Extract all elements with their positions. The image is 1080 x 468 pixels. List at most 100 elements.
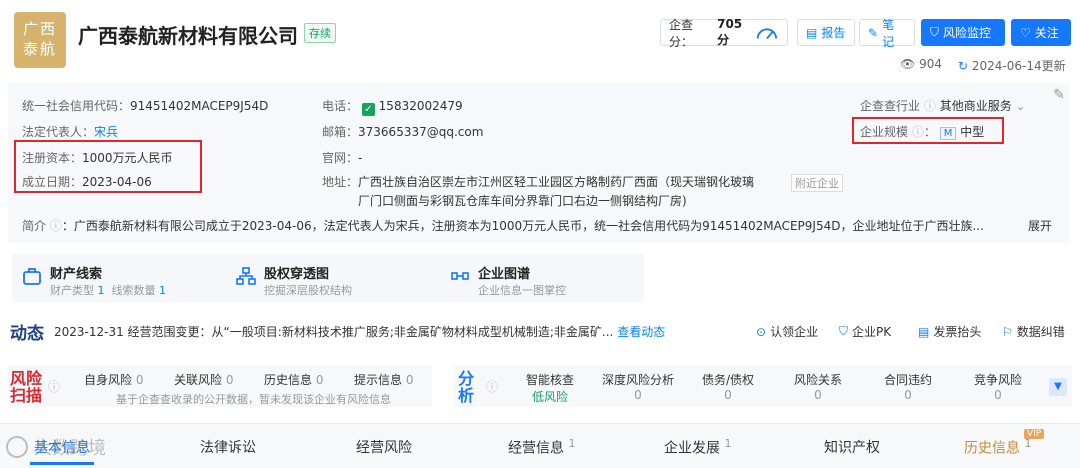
property-clues-card[interactable]: 财产线索 财产类型 1 线索数量 1 xyxy=(12,254,244,302)
logo-line-2: 泰航 xyxy=(22,40,57,58)
analysis-deep-risk[interactable]: 深度风险分析 0 xyxy=(598,371,678,402)
analysis-title: 分析 xyxy=(458,369,475,405)
notes-label: 笔记 xyxy=(882,17,895,49)
views-value: 904 xyxy=(919,57,942,71)
bell-icon: ♡ xyxy=(1020,25,1031,40)
industry-value[interactable]: 其他商业服务 xyxy=(940,99,1012,113)
address-row: 地址：广西壮族自治区崇左市江州区轻工业园区方略制药厂西面（现天瑞钢化玻璃 xyxy=(322,173,754,190)
score-button[interactable]: 企查分： 705分 xyxy=(660,17,788,49)
phone-value[interactable]: 15832002479 xyxy=(379,99,463,113)
edit-icon[interactable]: ✎ xyxy=(1049,87,1069,107)
legal-rep-row: 法定代表人：宋兵 xyxy=(22,123,118,140)
invoice-icon: ▤ xyxy=(918,324,930,339)
email-value[interactable]: 373665337@qq.com xyxy=(358,125,483,139)
expand-down-icon[interactable]: ▼ xyxy=(1049,378,1067,396)
tab-ip[interactable]: 知识产权 xyxy=(824,437,880,457)
reg-capital-label: 注册资本： xyxy=(22,151,83,165)
tab-business-risk[interactable]: 经营风险 xyxy=(356,437,412,457)
shield-icon: ⛉ xyxy=(930,25,940,39)
credit-code-row: 统一社会信用代码：91451402MACEP9J54D xyxy=(22,97,268,114)
card-sub: 财产类型 1 线索数量 1 xyxy=(50,284,166,297)
phone-label: 电话： xyxy=(322,99,359,113)
correction-icon: ⚐ xyxy=(1002,324,1013,339)
card-title: 企业图谱 xyxy=(478,267,531,282)
scale-row: 企业规模 ⓘ： M 中型 xyxy=(860,125,985,140)
active-tab-indicator xyxy=(30,462,94,465)
risk-tips[interactable]: 提示信息 0 xyxy=(354,371,413,388)
industry-label: 企查查行业 xyxy=(860,99,921,113)
company-pk-button[interactable]: ⛉ 企业PK xyxy=(839,323,891,340)
info-icon: ⓘ xyxy=(49,219,62,233)
scale-value: 中型 xyxy=(960,125,985,139)
website-value: - xyxy=(358,151,363,165)
risk-self[interactable]: 自身风险 0 xyxy=(84,371,143,388)
risk-scan-title: 风险 扫描 xyxy=(10,369,43,405)
equity-chart-card[interactable]: 股权穿透图 挖掘深层股权结构 xyxy=(226,254,458,302)
notes-button[interactable]: ✎ 笔记 xyxy=(859,18,915,49)
risk-note: 基于企查查收录的公开数据，暂未发现该企业有风险信息 xyxy=(116,393,391,406)
data-correction-button[interactable]: ⚐ 数据纠错 xyxy=(1002,323,1065,340)
expand-link[interactable]: 展开 xyxy=(1028,217,1052,234)
risk-related[interactable]: 关联风险 0 xyxy=(174,371,233,388)
scale-label: 企业规模 xyxy=(860,125,909,139)
company-logo: 广西 泰航 xyxy=(14,12,66,68)
nearby-companies-button[interactable]: 附近企业 xyxy=(791,174,843,192)
gauge-icon xyxy=(756,27,778,39)
analysis-smart-check[interactable]: 智能核查 低风险 xyxy=(510,371,590,405)
verified-icon: ✓ xyxy=(361,103,375,116)
report-button[interactable]: ▤ 报告 xyxy=(797,19,855,46)
email-label: 邮箱： xyxy=(322,125,359,139)
analysis-relations[interactable]: 风险关系 0 xyxy=(778,371,858,402)
dynamics-content: 2023-12-31 经营范围变更：从“一般项目:新材料技术推广服务;非金属矿物… xyxy=(54,325,614,339)
update-info[interactable]: ↻ 2024-06-14更新 xyxy=(958,57,1066,74)
card-title: 股权穿透图 xyxy=(264,267,330,282)
invoice-title-button[interactable]: ▤ 发票抬头 xyxy=(918,323,981,340)
follow-button[interactable]: ♡ 关注 xyxy=(1011,19,1071,46)
credit-code-label: 统一社会信用代码： xyxy=(22,99,131,113)
info-icon: ⓘ xyxy=(486,380,499,394)
views-count: 👁 904 xyxy=(900,57,942,71)
est-date-label: 成立日期： xyxy=(22,175,83,189)
monitor-label: 风险监控 xyxy=(943,26,992,40)
credit-code-value[interactable]: 91451402MACEP9J54D xyxy=(130,99,268,113)
chevron-down-icon[interactable]: ⌄ xyxy=(1016,99,1026,113)
risk-history[interactable]: 历史信息 0 xyxy=(264,371,323,388)
email-row: 邮箱：373665337@qq.com xyxy=(322,123,483,140)
legal-rep-link[interactable]: 宋兵 xyxy=(94,125,118,139)
card-sub: 企业信息一图掌控 xyxy=(478,284,566,297)
updated-value: 2024-06-14更新 xyxy=(971,59,1066,73)
risk-monitor-button[interactable]: ⛉ 风险监控 xyxy=(921,19,1005,46)
analysis-debt[interactable]: 债务/债权 0 xyxy=(688,371,768,402)
address-line-1[interactable]: 广西壮族自治区崇左市江州区轻工业园区方略制药厂西面（现天瑞钢化玻璃 xyxy=(358,175,754,189)
graph-icon xyxy=(451,272,469,280)
vip-badge: VIP xyxy=(1024,429,1045,439)
pk-icon: ⛉ xyxy=(839,324,849,338)
website-row: 官网：- xyxy=(322,149,362,166)
check-icon: ⊙ xyxy=(756,324,767,339)
company-name: 广西泰航新材料有限公司 xyxy=(78,24,298,48)
est-date-row: 成立日期：2023-04-06 xyxy=(22,173,152,190)
refresh-icon: ↻ xyxy=(958,59,969,73)
tab-history[interactable]: 历史信息 1 xyxy=(964,437,1031,458)
card-title: 财产线索 xyxy=(50,267,103,282)
analysis-contract[interactable]: 合同违约 0 xyxy=(868,371,948,402)
card-sub: 挖掘深层股权结构 xyxy=(264,284,352,297)
score-value: 705分 xyxy=(717,17,743,47)
claim-company-button[interactable]: ⊙ 认领企业 xyxy=(756,323,818,340)
intro-row: 简介 ⓘ：广西泰航新材料有限公司成立于2023-04-06，法定代表人为宋兵，注… xyxy=(22,217,984,234)
tab-development[interactable]: 企业发展 1 xyxy=(664,437,731,458)
report-icon: ▤ xyxy=(806,25,818,40)
company-graph-card[interactable]: 企业图谱 企业信息一图掌控 xyxy=(440,254,644,302)
phone-row: 电话： ✓ 15832002479 xyxy=(322,97,463,116)
tab-business-info[interactable]: 经营信息 1 xyxy=(508,437,575,458)
scale-badge: M xyxy=(939,127,957,140)
analysis-competition[interactable]: 竞争风险 0 xyxy=(958,371,1038,402)
dynamics-text: 2023-12-31 经营范围变更：从“一般项目:新材料技术推广服务;非金属矿物… xyxy=(54,323,665,340)
address-line-2: 厂门口侧面与彩钢瓦仓库车间分界靠门口右边一侧钢结构厂房) xyxy=(358,194,687,208)
follow-label: 关注 xyxy=(1034,26,1059,40)
logo-line-1: 广西 xyxy=(22,20,57,38)
tab-litigation[interactable]: 法律诉讼 xyxy=(200,437,256,457)
org-chart-icon xyxy=(236,267,256,285)
info-icon: ⓘ xyxy=(923,99,936,113)
view-dynamics-link[interactable]: 查看动态 xyxy=(617,325,665,339)
